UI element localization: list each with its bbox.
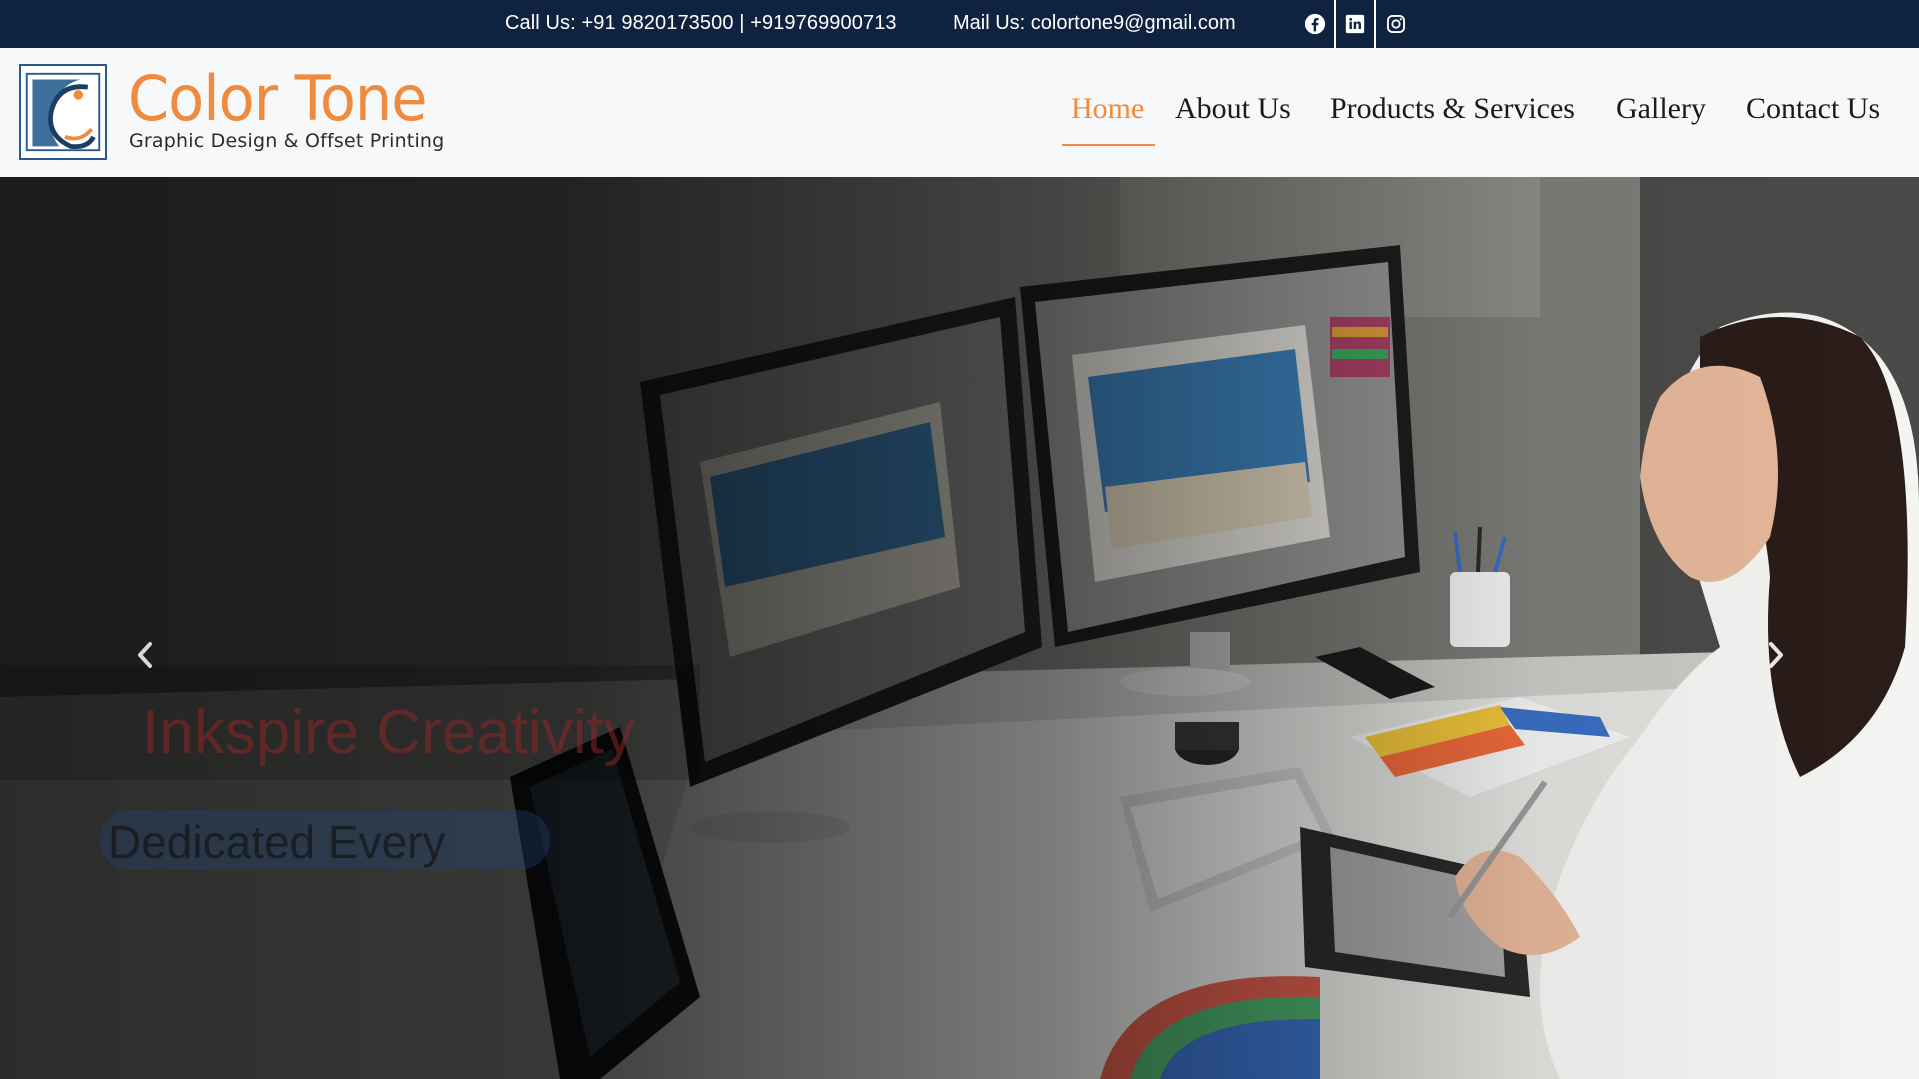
chevron-left-icon [138,642,152,668]
nav-item-about-us[interactable]: About Us [1175,92,1291,126]
nav-active-underline [1062,144,1155,146]
hero-caption-subtitle: Dedicated Every [108,816,446,868]
chevron-right-icon [1769,642,1783,668]
hero-caption-title: Inkspire Creativity [142,698,635,767]
instagram-link[interactable] [1376,0,1416,48]
top-contact-bar: Call Us: +91 9820173500 | +919769900713 … [0,0,1919,48]
carousel-next-button[interactable] [1756,635,1796,675]
main-navigation: Home About Us Products & Services Galler… [0,48,1919,177]
call-us-text: Call Us: +91 9820173500 | +919769900713 [505,12,897,34]
hero-dark-overlay [0,177,1919,1079]
linkedin-link[interactable] [1336,0,1376,48]
carousel-prev-button[interactable] [125,635,165,675]
facebook-icon [1304,13,1326,35]
hero-carousel: Inkspire Creativity Dedicated Every [0,177,1919,1079]
nav-item-products-services[interactable]: Products & Services [1330,92,1575,126]
nav-item-contact-us[interactable]: Contact Us [1746,92,1880,126]
facebook-link[interactable] [1296,0,1336,48]
site-header: Color Tone Graphic Design & Offset Print… [0,48,1919,177]
instagram-icon [1387,15,1405,33]
nav-item-gallery[interactable]: Gallery [1616,92,1706,126]
mail-us-text[interactable]: Mail Us: colortone9@gmail.com [953,12,1236,35]
nav-item-home[interactable]: Home [1071,92,1144,126]
social-links [1296,0,1416,48]
linkedin-icon [1345,14,1365,34]
